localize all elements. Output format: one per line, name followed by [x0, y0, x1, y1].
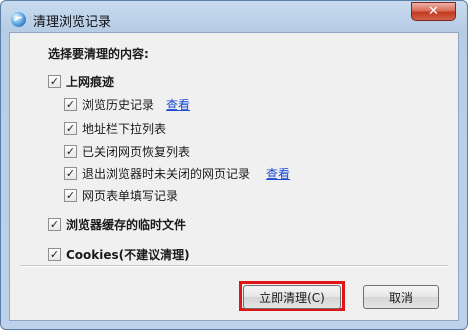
checkbox-check-icon[interactable]: ✓	[64, 144, 77, 158]
checkbox-label: 退出浏览器时未关闭的网页记录	[82, 166, 251, 181]
checkbox-check-icon[interactable]: ✓	[64, 121, 77, 135]
view-unclosed-pages-link[interactable]: 查看	[266, 165, 290, 182]
window-title: 清理浏览记录	[33, 15, 112, 30]
checkbox-label: 已关闭网页恢复列表	[82, 144, 191, 159]
checkbox-label: 上网痕迹	[66, 74, 115, 89]
checkbox-check-icon[interactable]: ✓	[64, 188, 77, 202]
checkbox-temp-cache-files[interactable]: ✓ 浏览器缓存的临时文件	[48, 216, 186, 232]
checkbox-label: 浏览器缓存的临时文件	[66, 217, 187, 232]
checkbox-browsing-traces[interactable]: ✓ 上网痕迹	[48, 73, 114, 89]
clean-now-button[interactable]: 立即清理(C)	[243, 285, 341, 309]
dialog-window: 清理浏览记录 ✕ 选择要清理的内容: ✓ 上网痕迹 ✓ 浏览历史记录 查看 ✓ …	[0, 0, 468, 330]
checkbox-address-bar-dropdown[interactable]: ✓ 地址栏下拉列表	[64, 120, 166, 136]
checkbox-history[interactable]: ✓ 浏览历史记录 查看	[64, 96, 190, 112]
checkbox-check-icon[interactable]: ✓	[64, 166, 77, 180]
view-history-link[interactable]: 查看	[166, 96, 190, 113]
section-heading: 选择要清理的内容:	[48, 47, 149, 61]
divider	[20, 265, 448, 267]
checkbox-cookies[interactable]: ✓ Cookies(不建议清理)	[48, 246, 190, 262]
checkbox-label: 网页表单填写记录	[82, 188, 179, 203]
checkbox-label: 浏览历史记录	[82, 97, 155, 112]
checkbox-check-icon[interactable]: ✓	[48, 217, 61, 231]
checkbox-check-icon[interactable]: ✓	[48, 74, 61, 88]
browser-logo-icon	[11, 12, 26, 27]
cancel-button[interactable]: 取消	[363, 285, 439, 309]
checkbox-check-icon[interactable]: ✓	[64, 97, 77, 111]
dialog-body: 选择要清理的内容: ✓ 上网痕迹 ✓ 浏览历史记录 查看 ✓ 地址栏下拉列表 ✓…	[9, 32, 459, 321]
checkbox-check-icon[interactable]: ✓	[48, 247, 61, 261]
close-button[interactable]: ✕	[411, 2, 456, 21]
checkbox-closed-pages-restore[interactable]: ✓ 已关闭网页恢复列表	[64, 143, 190, 159]
checkbox-label: 地址栏下拉列表	[82, 121, 167, 136]
checkbox-label: Cookies(不建议清理)	[66, 247, 190, 262]
checkbox-unclosed-pages-on-exit[interactable]: ✓ 退出浏览器时未关闭的网页记录 查看	[64, 165, 290, 181]
checkbox-form-autofill[interactable]: ✓ 网页表单填写记录	[64, 187, 178, 203]
